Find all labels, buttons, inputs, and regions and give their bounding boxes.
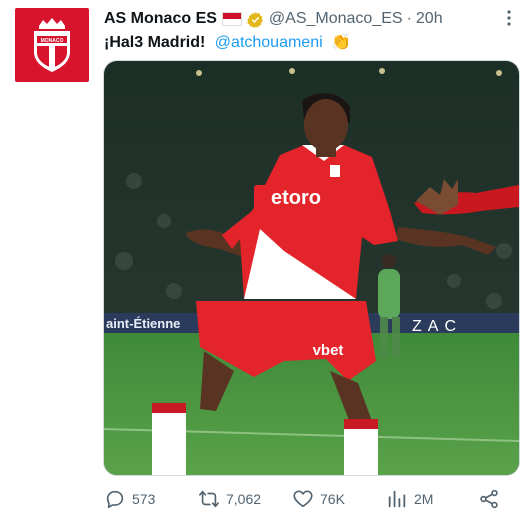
share-icon [480,489,498,509]
retweet-icon [199,490,219,508]
tweet-photo[interactable]: aint-Étienne ZAC etoro vbet [103,60,520,476]
board-left-text: aint-Étienne [106,316,180,331]
display-name[interactable]: AS Monaco ES [104,10,217,28]
retweet-count: 7,062 [226,491,262,507]
mention-link[interactable]: @atchouameni [215,34,323,51]
views-chart-icon [388,490,406,508]
avatar[interactable]: MONACO [15,8,89,82]
share-button[interactable] [478,488,500,510]
shirt-sponsor-text: etoro [271,187,321,209]
tweet-text: ¡Hal3 Madrid! @atchouameni 👏 [104,32,351,52]
tweet[interactable]: MONACO AS Monaco ES @AS_Monaco_ES · 20h … [0,0,526,532]
tweet-text-body: ¡Hal3 Madrid! [104,34,206,51]
verified-badge-icon [247,11,264,28]
like-button[interactable]: 76K [292,488,345,510]
heart-icon [293,490,313,508]
separator: · [406,10,412,27]
views-count: 2M [414,491,434,507]
clapping-hands-emoji: 👏 [331,34,352,51]
retweet-button[interactable]: 7,062 [198,488,261,510]
timestamp[interactable]: 20h [416,10,443,28]
handle[interactable]: @AS_Monaco_ES [269,10,403,28]
board-right-text: ZAC [412,318,462,335]
reply-count: 573 [132,491,156,507]
monaco-flag-icon [221,12,242,26]
shorts-sponsor-text: vbet [313,342,344,359]
views-button[interactable]: 2M [386,488,433,510]
player-photo: aint-Étienne ZAC etoro vbet [104,61,519,475]
reply-button[interactable]: 573 [104,488,155,510]
tweet-header: AS Monaco ES @AS_Monaco_ES · 20h [104,8,443,30]
like-count: 76K [320,491,345,507]
crest-text: MONACO [41,38,64,44]
tweet-actions: 573 7,062 76K 2M [104,488,514,514]
as-monaco-crest-icon: MONACO [34,18,70,72]
reply-icon [106,490,124,509]
more-options-icon[interactable] [506,10,512,26]
